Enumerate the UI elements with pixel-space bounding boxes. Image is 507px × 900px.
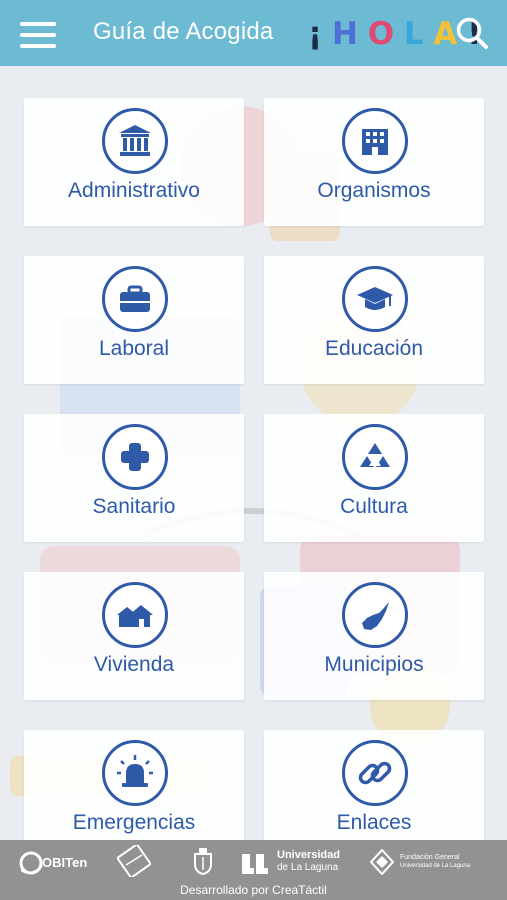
link-chain-icon: [342, 740, 408, 806]
cabildo-logo: [115, 842, 153, 880]
menu-tile-cultura[interactable]: Cultura: [264, 414, 484, 542]
universidad-logo-line1: Universidad: [277, 849, 340, 861]
obiten-logo: OBITen: [18, 850, 94, 878]
hola-logo: ¡ H O L A !: [308, 12, 481, 56]
obiten-logo-text: OBITen: [42, 855, 88, 870]
footer: OBITen Universidad de La Laguna Fundació…: [0, 840, 507, 900]
hola-logo-letter: O: [367, 16, 395, 52]
developer-credit: Desarrollado por CreaTáctil: [180, 883, 327, 897]
menu-tile-laboral[interactable]: Laboral: [24, 256, 244, 384]
menu-tile-label: Emergencias: [72, 811, 196, 834]
island-map-icon: [342, 582, 408, 648]
menu-tile-vivienda[interactable]: Vivienda: [24, 572, 244, 700]
menu-tile-label: Laboral: [98, 337, 170, 360]
search-icon[interactable]: [455, 16, 489, 50]
menu-tile-educacion[interactable]: Educación: [264, 256, 484, 384]
menu-grid: Administrativo Organismos Laboral Educac…: [0, 66, 507, 858]
fundacion-logo-line2: Universidad de La Laguna: [400, 863, 471, 869]
menu-tile-label: Enlaces: [336, 811, 412, 834]
menu-tile-administrativo[interactable]: Administrativo: [24, 98, 244, 226]
menu-tile-enlaces[interactable]: Enlaces: [264, 730, 484, 858]
menu-tile-label: Educación: [324, 337, 424, 360]
menu-tile-label: Sanitario: [92, 495, 176, 518]
menu-tile-label: Cultura: [340, 495, 408, 518]
medical-cross-icon: [102, 424, 168, 490]
universidad-logo-line2: de La Laguna: [277, 862, 339, 873]
hola-logo-letter: A: [433, 16, 458, 52]
menu-tile-label: Administrativo: [68, 179, 200, 202]
hola-logo-letter: ¡: [308, 16, 323, 52]
universidad-la-laguna-logo: Universidad de La Laguna: [240, 848, 352, 878]
siren-icon: [102, 740, 168, 806]
hamburger-menu-icon[interactable]: [20, 20, 58, 50]
menu-tile-label: Vivienda: [93, 653, 175, 676]
coat-of-arms-logo: [191, 846, 215, 876]
menu-tile-organismos[interactable]: Organismos: [264, 98, 484, 226]
menu-tile-emergencias[interactable]: Emergencias: [24, 730, 244, 858]
office-building-icon: [342, 108, 408, 174]
fundacion-logo-line1: Fundación General: [400, 854, 460, 861]
houses-icon: [102, 582, 168, 648]
hola-logo-letter: H: [331, 16, 358, 52]
menu-tile-sanitario[interactable]: Sanitario: [24, 414, 244, 542]
hola-logo-letter: L: [403, 16, 424, 52]
menu-tile-label: Organismos: [317, 179, 431, 202]
app-title: Guía de Acogida: [93, 18, 274, 45]
menu-tile-municipios[interactable]: Municipios: [264, 572, 484, 700]
building-columns-icon: [102, 108, 168, 174]
graduation-cap-icon: [342, 266, 408, 332]
briefcase-icon: [102, 266, 168, 332]
menu-tile-label: Municipios: [324, 653, 424, 676]
fundacion-general-logo: Fundación General Universidad de La Lagu…: [370, 849, 490, 877]
pyramid-triangles-icon: [342, 424, 408, 490]
top-app-bar: Guía de Acogida ¡ H O L A !: [0, 0, 507, 66]
